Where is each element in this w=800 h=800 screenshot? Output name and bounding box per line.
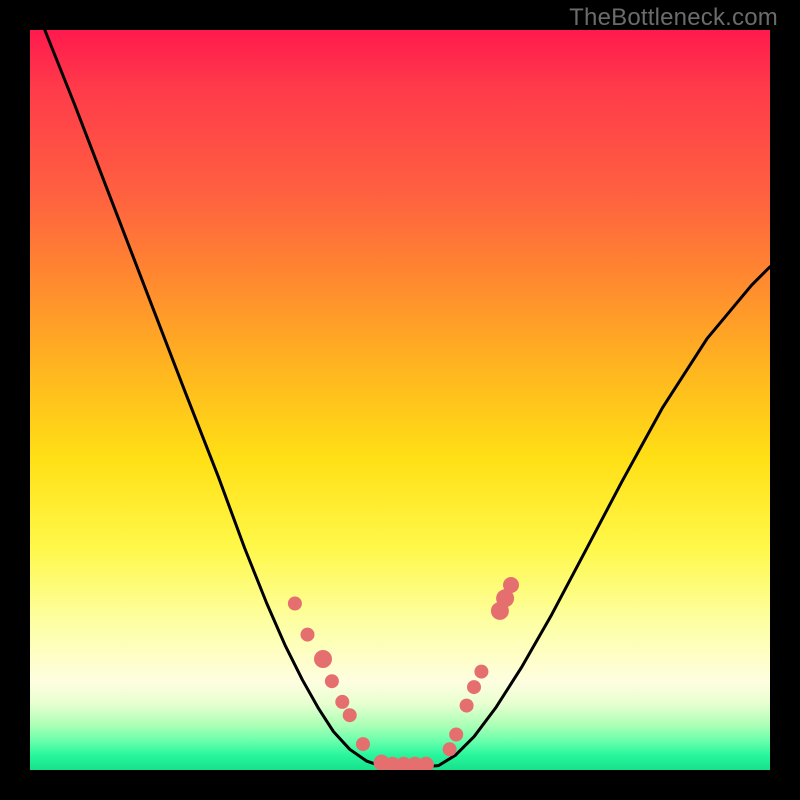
data-marker: [503, 577, 519, 593]
data-marker: [443, 742, 457, 756]
data-marker: [335, 695, 349, 709]
curve-group: [45, 30, 770, 767]
data-marker: [288, 597, 302, 611]
plot-area: [30, 30, 770, 770]
curve-layer: [30, 30, 770, 770]
data-marker: [314, 650, 332, 668]
data-marker: [460, 699, 474, 713]
data-marker: [343, 708, 357, 722]
chart-stage: TheBottleneck.com: [0, 0, 800, 800]
marker-group: [288, 577, 519, 770]
data-marker: [418, 757, 434, 770]
data-marker: [474, 665, 488, 679]
data-marker: [467, 680, 481, 694]
watermark-text: TheBottleneck.com: [569, 4, 778, 32]
data-marker: [449, 728, 463, 742]
data-marker: [356, 737, 370, 751]
bottleneck-curve: [45, 30, 770, 767]
data-marker: [325, 674, 339, 688]
data-marker: [301, 628, 315, 642]
